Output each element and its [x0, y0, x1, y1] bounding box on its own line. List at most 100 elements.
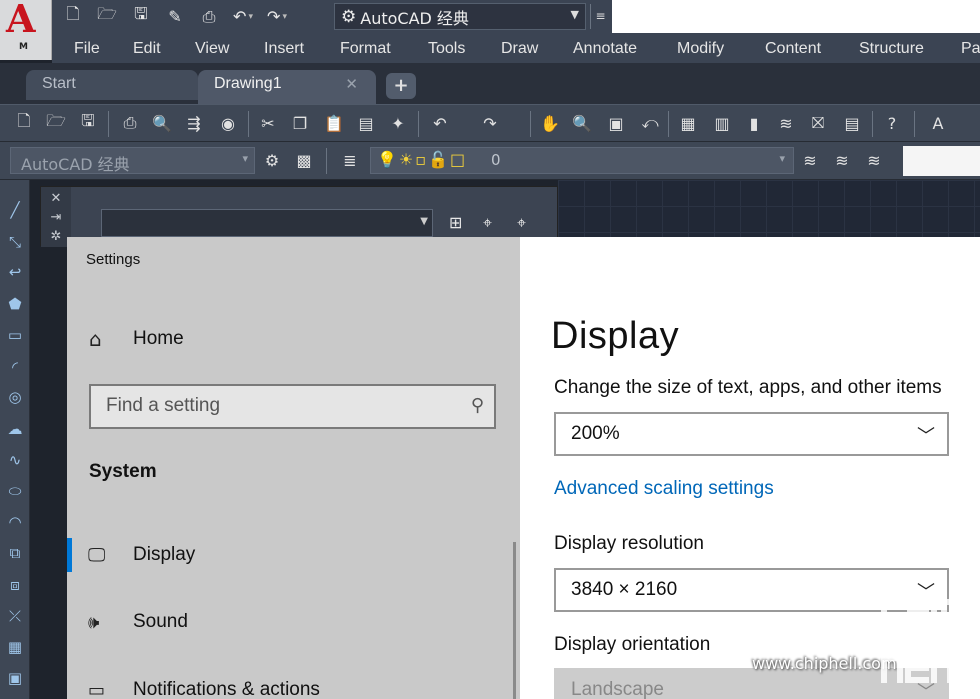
- make-block-icon[interactable]: ⧈: [3, 573, 27, 597]
- point-icon[interactable]: ⤫: [3, 604, 27, 628]
- print-icon[interactable]: ⎙: [196, 4, 222, 30]
- pan-icon[interactable]: ✋: [538, 111, 562, 135]
- advanced-scaling-link[interactable]: Advanced scaling settings: [554, 478, 774, 500]
- line-icon[interactable]: ╱: [3, 198, 27, 222]
- menu-structure[interactable]: Structure: [859, 40, 924, 58]
- menu-draw[interactable]: Draw: [501, 40, 538, 58]
- sheet-set-icon[interactable]: ≋: [774, 111, 798, 135]
- rectangle-icon[interactable]: ▭: [3, 323, 27, 347]
- menu-edit[interactable]: Edit: [133, 40, 161, 58]
- workspace-settings-icon[interactable]: ▩: [292, 148, 316, 172]
- text-style-icon[interactable]: A: [926, 111, 950, 135]
- drawing-canvas[interactable]: [558, 180, 980, 237]
- zoom-previous-icon[interactable]: ⤺: [638, 111, 662, 135]
- help-icon[interactable]: ?: [880, 111, 904, 135]
- tab-drawing1[interactable]: Drawing1 ✕: [198, 70, 376, 104]
- nav-item-sound[interactable]: 🕪 Sound: [67, 597, 520, 647]
- polyline-icon[interactable]: ↩: [3, 260, 27, 284]
- menu-view[interactable]: View: [195, 40, 229, 58]
- close-icon[interactable]: ✕: [345, 75, 358, 93]
- menu-file[interactable]: File: [74, 40, 100, 58]
- 3d-dwf-icon[interactable]: ◉: [216, 111, 240, 135]
- undo-icon[interactable]: ↶: [428, 111, 452, 135]
- layer-state-icons: 💡☀▫🔓□: [377, 150, 468, 169]
- section-heading: System: [89, 461, 157, 482]
- spline-icon[interactable]: ∿: [3, 448, 27, 472]
- menu-tools[interactable]: Tools: [428, 40, 465, 58]
- markup-icon[interactable]: ⛝: [806, 111, 830, 135]
- cut-icon[interactable]: ✂: [256, 111, 280, 135]
- insert-block-icon[interactable]: ⧉: [3, 541, 27, 565]
- quick-select-icon[interactable]: ⌖: [517, 213, 526, 233]
- menu-format[interactable]: Format: [340, 40, 391, 58]
- scale-dropdown[interactable]: 200% ﹀: [554, 412, 949, 456]
- menu-content[interactable]: Content: [765, 40, 821, 58]
- open-folder-icon[interactable]: 🗁: [94, 4, 120, 30]
- plot-preview-icon[interactable]: 🔍: [150, 111, 174, 135]
- copy-icon[interactable]: ❐: [288, 111, 312, 135]
- search-placeholder: Find a setting: [106, 395, 221, 416]
- open-folder-icon[interactable]: 🗁: [44, 111, 68, 135]
- match-properties-icon[interactable]: ▤: [354, 111, 378, 135]
- construction-line-icon[interactable]: ⤡: [3, 230, 27, 254]
- hatch-icon[interactable]: ▦: [3, 635, 27, 659]
- customize-qat-icon[interactable]: ≡: [590, 4, 610, 29]
- pick-point-icon[interactable]: ⌖: [483, 213, 492, 233]
- chevron-down-icon: ▼: [570, 8, 579, 21]
- tab-start[interactable]: Start: [26, 70, 198, 100]
- menu-bar: File Edit View Insert Format Tools Draw …: [52, 33, 980, 63]
- chevron-down-icon: ﹀: [917, 426, 935, 447]
- revision-cloud-icon[interactable]: ☁: [3, 417, 27, 441]
- new-file-icon[interactable]: 🗋: [60, 4, 86, 30]
- make-current-layer-icon[interactable]: ≋: [798, 148, 822, 172]
- palette-dropdown[interactable]: ▼: [101, 209, 433, 237]
- arc-icon[interactable]: ◜: [3, 355, 27, 379]
- find-setting-search[interactable]: Find a setting ⚲: [89, 384, 496, 429]
- workspace-switch-dropdown[interactable]: AutoCAD 经典 ▾: [10, 147, 255, 174]
- menu-annotate[interactable]: Annotate: [573, 40, 637, 58]
- resolution-label: Display resolution: [554, 533, 704, 554]
- plot-icon[interactable]: ⎙: [118, 111, 142, 135]
- new-tab-button[interactable]: +: [386, 73, 416, 99]
- calculator-icon[interactable]: ▤: [840, 111, 864, 135]
- auto-hide-icon[interactable]: ⇥: [41, 210, 71, 225]
- ellipse-icon[interactable]: ⬭: [3, 479, 27, 503]
- ellipse-arc-icon[interactable]: ◠: [3, 510, 27, 534]
- publish-icon[interactable]: ⇶: [182, 111, 206, 135]
- menu-insert[interactable]: Insert: [264, 40, 304, 58]
- nav-scrollbar[interactable]: [513, 542, 516, 699]
- properties-icon[interactable]: ▦: [676, 111, 700, 135]
- redo-icon[interactable]: ↷: [478, 111, 502, 135]
- layer-dropdown[interactable]: 💡☀▫🔓□ 0 ▾: [370, 147, 794, 174]
- zoom-realtime-icon[interactable]: 🔍: [570, 111, 594, 135]
- save-as-icon[interactable]: ✎: [162, 4, 188, 30]
- save-icon[interactable]: 🖫: [128, 4, 154, 30]
- add-object-icon[interactable]: ⊞: [449, 213, 462, 232]
- layer-previous-icon[interactable]: ≋: [830, 148, 854, 172]
- zoom-window-icon[interactable]: ▣: [604, 111, 628, 135]
- design-center-icon[interactable]: ▥: [710, 111, 734, 135]
- paste-icon[interactable]: 📋: [322, 111, 346, 135]
- tool-palettes-icon[interactable]: ▮: [742, 111, 766, 135]
- layer-states-icon[interactable]: ≋: [862, 148, 886, 172]
- menu-parametric[interactable]: Pa: [961, 40, 980, 58]
- layer-properties-icon[interactable]: ≣: [338, 148, 362, 172]
- save-icon[interactable]: 🖫: [76, 111, 100, 135]
- redo-icon[interactable]: ↷ ▾: [264, 4, 290, 30]
- title-bar-blank: [612, 0, 980, 33]
- selected-indicator: [67, 538, 72, 572]
- nav-item-notifications[interactable]: ▭ Notifications & actions: [67, 665, 520, 699]
- block-editor-icon[interactable]: ✦: [386, 111, 410, 135]
- home-nav-item[interactable]: ⌂ Home: [89, 327, 184, 351]
- circle-icon[interactable]: ◎: [3, 385, 27, 409]
- gear-icon[interactable]: ⚙: [260, 148, 284, 172]
- polygon-icon[interactable]: ⬟: [3, 292, 27, 316]
- workspace-dropdown[interactable]: ⚙ AutoCAD 经典 ▼: [334, 3, 586, 30]
- gradient-icon[interactable]: ▣: [3, 666, 27, 690]
- nav-item-display[interactable]: 🖵 Display: [67, 530, 520, 580]
- close-icon[interactable]: ✕: [41, 191, 71, 206]
- menu-modify[interactable]: Modify: [677, 40, 724, 58]
- new-file-icon[interactable]: 🗋: [12, 111, 36, 135]
- application-menu-button[interactable]: A M: [0, 0, 52, 60]
- undo-icon[interactable]: ↶ ▾: [230, 4, 256, 30]
